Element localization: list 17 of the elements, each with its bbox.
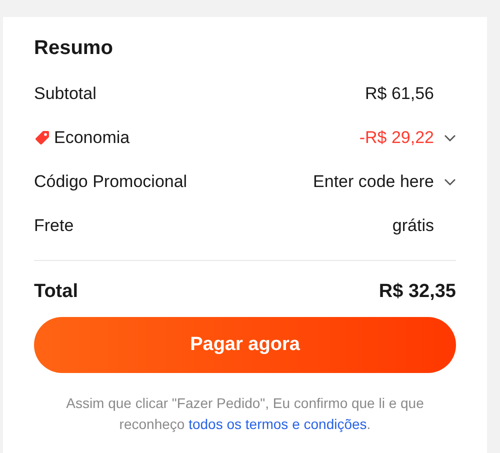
row-label: Frete (34, 216, 74, 236)
row-label: Subtotal (34, 84, 96, 104)
total-value: R$ 32,35 (378, 281, 456, 303)
row-label: Economia (54, 128, 130, 148)
tag-icon (34, 130, 50, 146)
chevron-down-icon[interactable] (444, 134, 456, 142)
total-label: Total (34, 281, 78, 303)
terms-link[interactable]: todos os termos e condições (188, 416, 367, 432)
chevron-down-icon[interactable] (444, 178, 456, 186)
row-value: R$ 61,56 (365, 84, 434, 104)
row-label: Código Promocional (34, 172, 188, 192)
row-value: -R$ 29,22 (359, 128, 434, 148)
terms-note: Assim que clicar "Fazer Pedido", Eu confirmo que li e que reconheço todos os termos e condições. (65, 394, 425, 434)
row-value[interactable]: Enter code here (313, 172, 434, 192)
pay-button[interactable]: Pagar agora (34, 317, 456, 373)
row-value: grátis (392, 216, 434, 236)
summary-title: Resumo (34, 37, 114, 60)
